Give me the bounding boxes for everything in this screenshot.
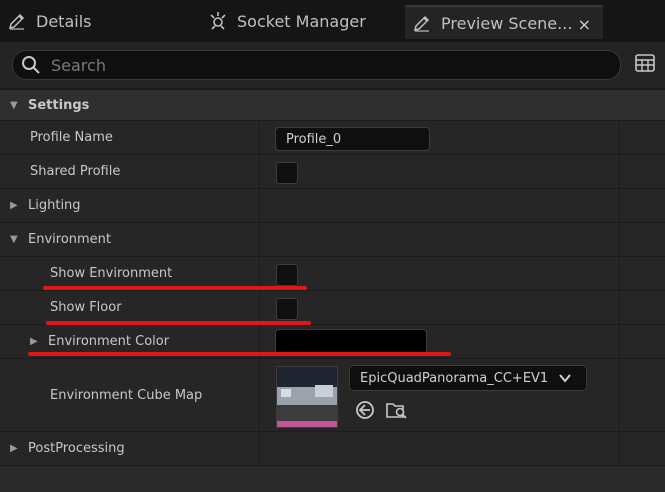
- category-postprocessing[interactable]: ▶ PostProcessing: [0, 432, 665, 466]
- category-postprocessing-label: PostProcessing: [28, 441, 125, 456]
- panel-footer: [0, 465, 665, 492]
- search-box[interactable]: [12, 50, 621, 80]
- show-floor-checkbox[interactable]: [276, 298, 298, 320]
- cube-map-value: EpicQuadPanorama_CC+EV1: [360, 370, 549, 386]
- category-settings[interactable]: ▼ Settings: [0, 90, 665, 121]
- chevron-down-icon: ▼: [10, 99, 18, 111]
- category-environment[interactable]: ▼ Environment: [0, 223, 665, 257]
- details-panel: ▼ Settings Profile Name Profile_0 Shared…: [0, 90, 665, 466]
- property-row-show-floor: Show Floor: [0, 291, 665, 325]
- category-lighting[interactable]: ▶ Lighting: [0, 189, 665, 223]
- browse-asset-icon[interactable]: [386, 399, 408, 421]
- profile-name-field[interactable]: Profile_0: [275, 127, 430, 151]
- tab-preview-scene[interactable]: Preview Scene... ×: [405, 5, 603, 39]
- pencil-icon: [6, 10, 28, 32]
- property-label-shared-profile: Shared Profile: [30, 164, 121, 179]
- cube-map-dropdown[interactable]: EpicQuadPanorama_CC+EV1: [349, 365, 587, 391]
- chevron-down-icon: ▼: [10, 234, 18, 245]
- tab-bar: Details Socket Manager Preview Scene... …: [0, 0, 665, 42]
- category-settings-label: Settings: [28, 97, 90, 113]
- chevron-right-icon[interactable]: ▶: [30, 336, 40, 347]
- property-row-environment-cube-map: Environment Cube Map EpicQuadPanorama_CC…: [0, 359, 665, 432]
- property-label-profile-name: Profile Name: [30, 130, 113, 145]
- tab-preview-scene-label: Preview Scene...: [441, 13, 573, 33]
- chevron-down-icon: [558, 371, 572, 389]
- show-environment-checkbox[interactable]: [276, 264, 298, 286]
- pencil-icon: [411, 12, 433, 34]
- chevron-right-icon: ▶: [10, 443, 18, 454]
- cube-map-thumbnail[interactable]: [276, 366, 338, 428]
- annotation-underline-show-environment: [43, 286, 307, 290]
- shared-profile-checkbox[interactable]: [276, 162, 298, 184]
- category-environment-label: Environment: [28, 232, 112, 247]
- table-view-icon[interactable]: [635, 54, 659, 76]
- category-lighting-label: Lighting: [28, 198, 81, 213]
- close-icon[interactable]: ×: [578, 15, 591, 34]
- tab-socket-manager[interactable]: Socket Manager: [207, 0, 366, 42]
- property-label-environment-color: Environment Color: [48, 334, 170, 349]
- property-label-environment-cube-map: Environment Cube Map: [50, 387, 203, 403]
- search-icon: [22, 56, 40, 74]
- tab-details[interactable]: Details: [6, 0, 91, 42]
- property-row-profile-name: Profile Name Profile_0: [0, 121, 665, 155]
- property-row-shared-profile: Shared Profile: [0, 155, 665, 189]
- socket-icon: [207, 10, 229, 32]
- search-input[interactable]: [49, 54, 573, 76]
- use-selected-asset-icon[interactable]: [354, 399, 376, 421]
- search-row: [0, 42, 665, 88]
- tab-socket-manager-label: Socket Manager: [237, 11, 366, 31]
- chevron-right-icon: ▶: [10, 200, 18, 211]
- tab-details-label: Details: [36, 11, 92, 31]
- annotation-underline-environment-color: [28, 352, 451, 356]
- annotation-underline-show-floor: [46, 321, 311, 325]
- property-label-show-floor: Show Floor: [50, 300, 122, 315]
